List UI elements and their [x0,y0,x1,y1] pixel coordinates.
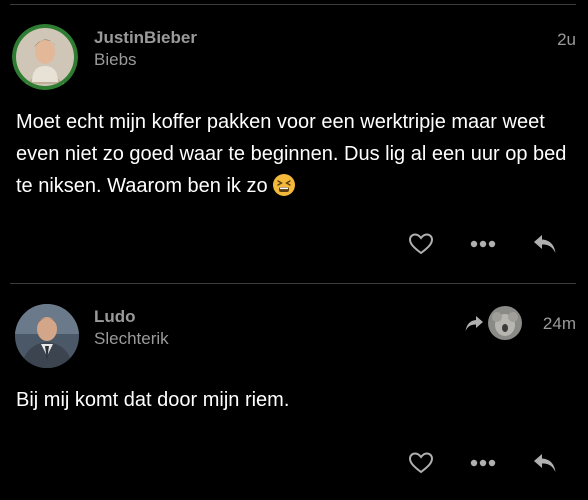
more-button[interactable] [466,446,500,480]
reply-button[interactable] [528,446,562,480]
reply-icon [534,454,556,472]
post-body: Bij mij komt dat door mijn riem. [16,389,290,411]
reply-to-avatar[interactable] [488,306,522,340]
post-ludo: Ludo Slechterik 24m Bij mij komt dat doo… [0,284,588,500]
post-timestamp[interactable]: 2u [557,30,576,50]
full-name: Biebs [94,50,137,69]
reply-to-indicator[interactable] [464,306,522,340]
username[interactable]: JustinBieber [94,28,197,48]
post-body: Moet echt mijn koffer pakken voor een we… [16,106,572,207]
reply-arrow-icon [465,316,483,331]
post-timestamp[interactable]: 24m [543,314,576,334]
like-button[interactable] [404,446,438,480]
avatar[interactable] [15,304,79,368]
like-button[interactable] [404,227,438,261]
more-button[interactable] [466,227,500,261]
ellipsis-icon [470,240,496,248]
heart-icon [408,233,434,255]
reply-button[interactable] [528,227,562,261]
username[interactable]: Ludo [94,307,136,327]
heart-icon [408,452,434,474]
ellipsis-icon [470,459,496,467]
avatar[interactable] [12,24,78,90]
reply-icon [534,235,556,253]
tired-face-emoji [272,173,296,207]
post-justinbieber: JustinBieber Biebs 2u Moet echt mijn kof… [0,0,588,283]
full-name: Slechterik [94,329,169,348]
